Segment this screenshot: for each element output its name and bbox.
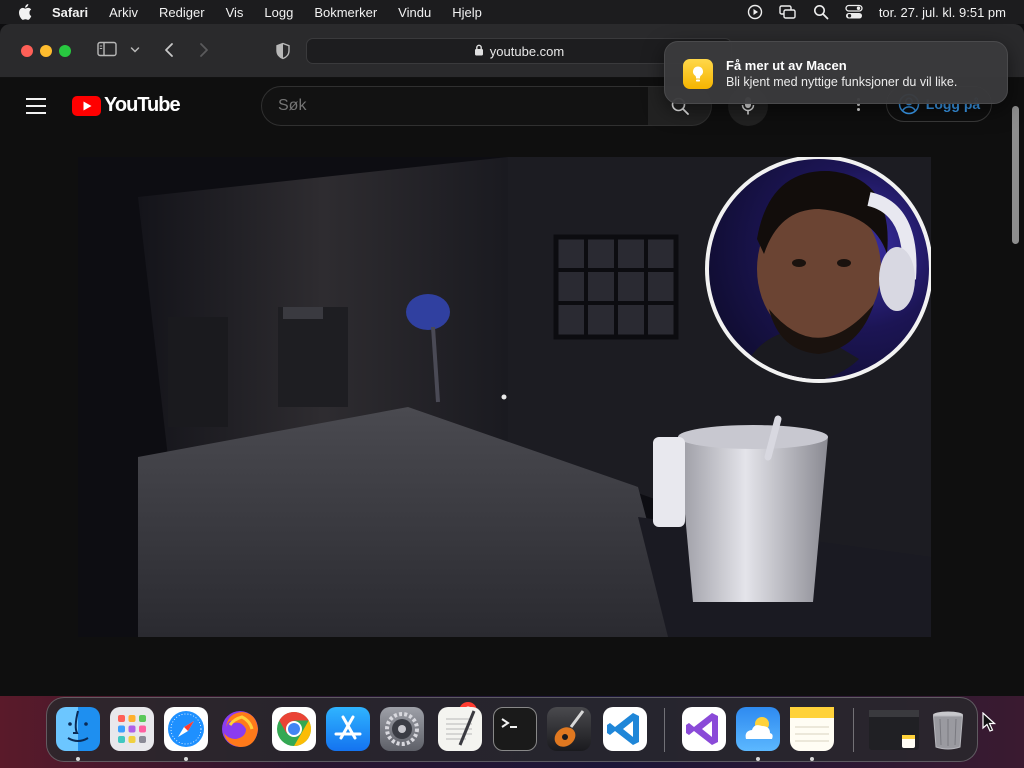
window-minimize-button[interactable] <box>40 45 52 57</box>
notification-title: Få mer ut av Macen <box>726 58 847 73</box>
dock: 2 <box>46 697 978 762</box>
play-circle-icon[interactable] <box>747 4 763 20</box>
visual-studio-icon[interactable] <box>682 707 726 751</box>
garageband-icon[interactable] <box>547 707 591 751</box>
mouse-cursor-icon <box>982 712 996 732</box>
weather-running-indicator <box>756 757 760 761</box>
menu-logg[interactable]: Logg <box>264 5 293 20</box>
window-fullscreen-button[interactable] <box>59 45 71 57</box>
tips-notification[interactable]: Få mer ut av Macen Bli kjent med nyttige… <box>664 41 1008 104</box>
menu-hjelp[interactable]: Hjelp <box>452 5 482 20</box>
textedit-icon[interactable] <box>438 707 482 751</box>
dock-separator <box>664 708 665 752</box>
notification-body: Bli kjent med nyttige funksjoner du vil … <box>726 75 958 89</box>
trash-icon[interactable] <box>926 707 970 751</box>
minimized-window-thumbnail[interactable] <box>869 710 919 750</box>
launchpad-icon[interactable] <box>110 707 154 751</box>
safari-window: youtube.com YouTube Logg på <box>0 24 1024 696</box>
menu-arkiv[interactable]: Arkiv <box>109 5 138 20</box>
menu-vindu[interactable]: Vindu <box>398 5 431 20</box>
youtube-logo[interactable]: YouTube <box>72 94 181 117</box>
notes-running-indicator <box>810 757 814 761</box>
vscode-icon[interactable] <box>603 707 647 751</box>
youtube-play-logo-icon <box>72 95 101 116</box>
dock-separator-2 <box>853 708 854 752</box>
youtube-wordmark: YouTube <box>104 94 181 116</box>
menu-vis[interactable]: Vis <box>226 5 244 20</box>
chrome-icon[interactable] <box>272 707 316 751</box>
streamer-face <box>749 170 917 379</box>
app-store-icon[interactable] <box>326 707 370 751</box>
spotlight-search-icon[interactable] <box>813 4 829 20</box>
apple-menu-icon[interactable] <box>18 4 36 20</box>
menu-bokmerker[interactable]: Bokmerker <box>314 5 377 20</box>
terminal-icon[interactable] <box>493 707 537 751</box>
control-center-icon[interactable] <box>845 4 863 20</box>
safari-running-indicator <box>184 757 188 761</box>
youtube-page: YouTube Logg på <box>0 78 1024 696</box>
firefox-icon[interactable] <box>218 707 262 751</box>
notes-icon[interactable] <box>790 707 834 751</box>
forward-arrow-icon[interactable] <box>198 42 210 58</box>
privacy-shield-icon[interactable] <box>275 42 291 60</box>
streamer-webcam-overlay <box>705 157 931 383</box>
back-arrow-icon[interactable] <box>163 42 175 58</box>
page-scrollbar[interactable] <box>1012 106 1019 244</box>
window-close-button[interactable] <box>21 45 33 57</box>
lightbulb-icon <box>683 59 713 89</box>
address-url: youtube.com <box>489 43 565 59</box>
video-player[interactable] <box>78 157 931 637</box>
menubar-clock[interactable]: tor. 27. jul. kl. 9:51 pm <box>879 5 1006 20</box>
finder-icon[interactable] <box>56 707 100 751</box>
finder-running-indicator <box>76 757 80 761</box>
safari-dock-icon[interactable] <box>164 707 208 751</box>
lock-icon <box>474 44 484 59</box>
screen-mirroring-icon[interactable] <box>779 4 797 20</box>
menu-rediger[interactable]: Rediger <box>159 5 205 20</box>
search-input[interactable] <box>261 86 649 126</box>
menu-app-safari[interactable]: Safari <box>52 5 88 20</box>
weather-icon[interactable] <box>736 707 780 751</box>
chevron-down-icon[interactable] <box>130 46 140 54</box>
system-settings-icon[interactable] <box>380 707 424 751</box>
hamburger-menu-icon[interactable] <box>26 98 46 114</box>
sidebar-icon[interactable] <box>97 41 117 57</box>
menu-bar: Safari Arkiv Rediger Vis Logg Bokmerker … <box>0 0 1024 24</box>
